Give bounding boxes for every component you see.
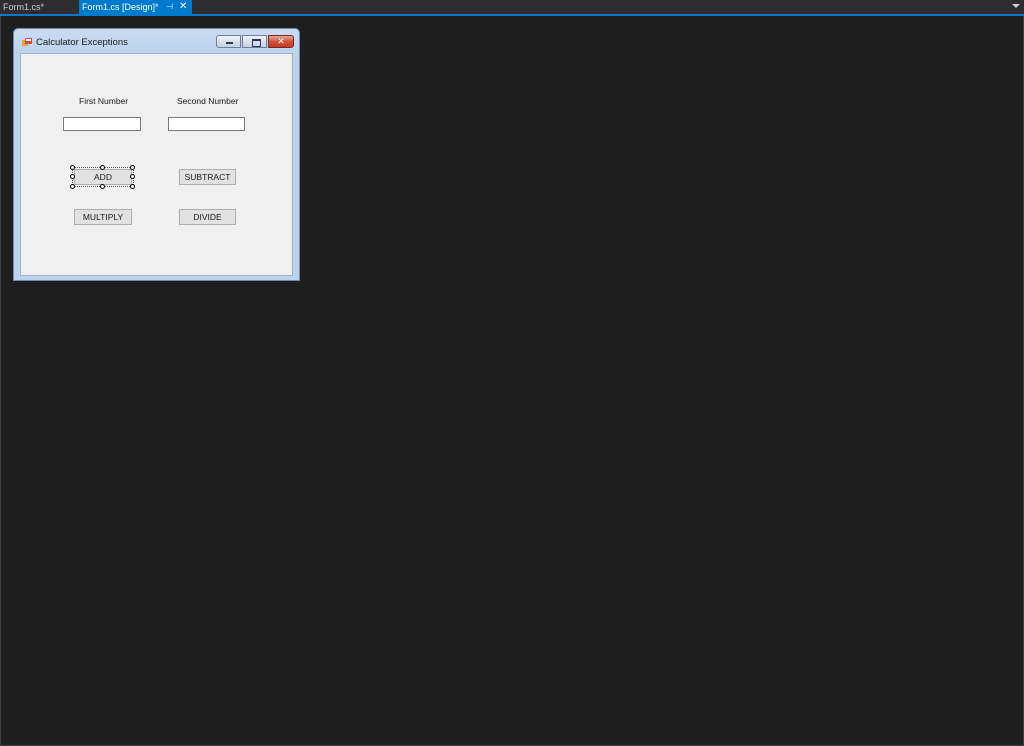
document-tab-bar: Form1.cs* Form1.cs [Design]* ⊣ ✕ (0, 0, 1024, 14)
multiply-button[interactable]: MULTIPLY (74, 209, 132, 225)
tab-label: Form1.cs [Design]* (82, 2, 159, 12)
resize-handle-nw[interactable] (70, 165, 75, 170)
maximize-icon (252, 39, 261, 47)
first-number-input[interactable] (63, 117, 141, 131)
tab-overflow-dropdown-icon[interactable] (1012, 4, 1020, 8)
resize-handle-w[interactable] (70, 174, 75, 179)
minimize-button[interactable] (216, 35, 241, 48)
resize-handle-e[interactable] (130, 174, 135, 179)
resize-handle-se[interactable] (130, 184, 135, 189)
resize-handle-ne[interactable] (130, 165, 135, 170)
minimize-icon (226, 42, 233, 44)
form-window[interactable]: Calculator Exceptions ✕ First Number Sec… (13, 28, 300, 281)
close-button[interactable]: ✕ (268, 35, 294, 48)
tab-form1-design[interactable]: Form1.cs [Design]* ⊣ ✕ (79, 0, 192, 14)
subtract-button[interactable]: SUBTRACT (179, 169, 236, 185)
pin-icon[interactable]: ⊣ (166, 0, 173, 14)
resize-handle-n[interactable] (100, 165, 105, 170)
add-button[interactable]: ADD (74, 169, 132, 185)
divide-button[interactable]: DIVIDE (179, 209, 236, 225)
caption-buttons: ✕ (216, 35, 294, 49)
resize-handle-s[interactable] (100, 184, 105, 189)
tab-label: Form1.cs* (3, 2, 45, 12)
resize-handle-sw[interactable] (70, 184, 75, 189)
second-number-input[interactable] (168, 117, 245, 131)
close-x-icon: ✕ (277, 36, 285, 46)
tab-form1-code[interactable]: Form1.cs* (0, 0, 78, 14)
form-app-icon (22, 38, 32, 46)
first-number-label: First Number (79, 96, 129, 106)
close-icon[interactable]: ✕ (179, 0, 187, 14)
maximize-button[interactable] (242, 35, 267, 48)
second-number-label: Second Number (177, 96, 239, 106)
form-title: Calculator Exceptions (36, 37, 128, 48)
form-client-area[interactable]: First Number Second Number ADD SUBTRACT … (20, 53, 293, 276)
